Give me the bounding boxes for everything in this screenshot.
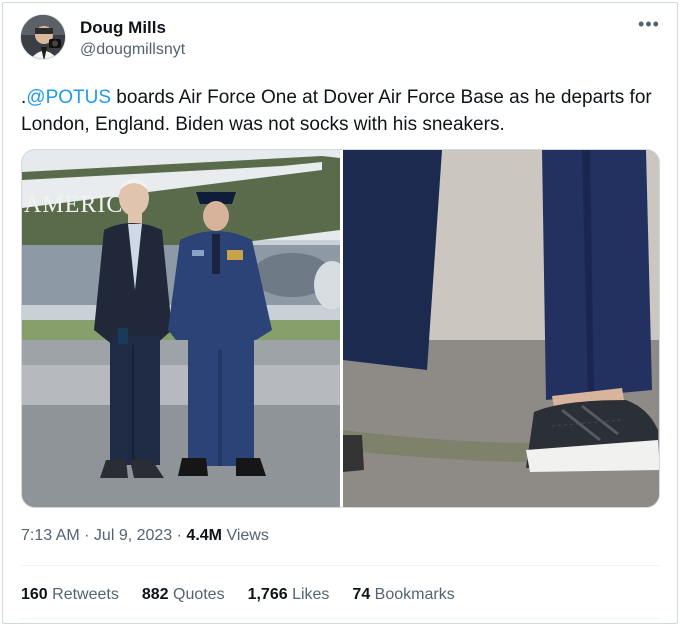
quotes-label: Quotes: [168, 586, 225, 603]
photographer-avatar-icon: [21, 15, 65, 59]
bookmarks-count: 74: [352, 586, 371, 603]
tweet-meta: 7:13 AM · Jul 9, 2023 · 4.4M Views: [21, 527, 269, 545]
plane-lettering: AMERIC: [24, 192, 123, 218]
bookmarks-stat[interactable]: 74 Bookmarks: [352, 586, 454, 604]
bookmarks-label: Bookmarks: [370, 586, 455, 603]
tweet-date[interactable]: Jul 9, 2023: [94, 527, 172, 544]
author-avatar[interactable]: [20, 14, 66, 60]
divider: [21, 565, 660, 566]
views-label: Views: [222, 527, 269, 544]
likes-count: 1,766: [247, 586, 288, 603]
quotes-count: 882: [141, 586, 169, 603]
author-display-name[interactable]: Doug Mills: [80, 18, 166, 38]
retweets-label: Retweets: [47, 586, 119, 603]
mention-link[interactable]: @POTUS: [26, 87, 111, 108]
engagement-stats: 160 Retweets 882 Quotes 1,766 Likes 74 B…: [21, 586, 455, 604]
quotes-stat[interactable]: 882 Quotes: [142, 586, 225, 604]
photo-biden-walking-with-officer[interactable]: AMERIC: [22, 150, 350, 508]
retweets-stat[interactable]: 160 Retweets: [21, 586, 119, 604]
meta-separator: ·: [79, 527, 94, 544]
views-count[interactable]: 4.4M: [186, 527, 222, 544]
meta-separator: ·: [172, 527, 187, 544]
likes-stat[interactable]: 1,766 Likes: [248, 586, 330, 604]
likes-label: Likes: [287, 586, 330, 603]
tweet-body: boards Air Force One at Dover Air Force …: [21, 87, 652, 135]
tweet-text: .@POTUS boards Air Force One at Dover Ai…: [21, 84, 666, 138]
photo-sneakers-closeup[interactable]: [343, 150, 660, 508]
more-horizontal-icon[interactable]: •••: [638, 15, 660, 37]
tweet-media[interactable]: AMERIC: [21, 149, 660, 508]
divider: [21, 618, 660, 619]
author-handle[interactable]: @dougmillsnyt: [80, 41, 185, 59]
retweets-count: 160: [21, 586, 48, 603]
tweet-time[interactable]: 7:13 AM: [21, 527, 80, 544]
